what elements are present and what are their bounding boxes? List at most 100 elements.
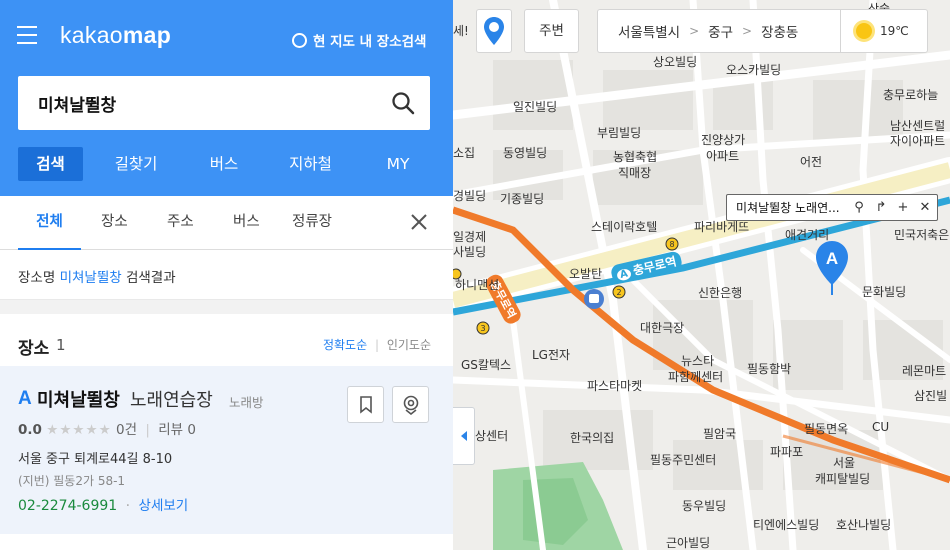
radio-icon[interactable]: [292, 32, 307, 48]
place-name[interactable]: 미쳐날뛸창: [37, 386, 120, 412]
places-header: 장소 1 정확도순 | 인기도순: [0, 314, 453, 366]
tab-my[interactable]: MY: [362, 147, 434, 181]
plus-icon[interactable]: +: [895, 200, 911, 215]
tab-search[interactable]: 검색: [18, 147, 83, 181]
map-label[interactable]: 필암국: [703, 425, 736, 442]
subtab-all[interactable]: 전체: [18, 210, 81, 250]
sort-options: 정확도순 | 인기도순: [322, 338, 431, 352]
map-label[interactable]: 상오빌딩: [653, 53, 697, 70]
map-view[interactable]: 8 2 3 A 충무로역 충무로역 상오빌딩 오스카빌딩 일진빌딩 충무로하늘 남…: [453, 0, 950, 550]
search-panel: kakaomap 현 지도 내 장소검색 검색 길찾기 버스 지하철 MY 전체…: [0, 0, 453, 550]
route-button[interactable]: [392, 386, 429, 423]
kakaomap-logo[interactable]: kakaomap: [60, 22, 171, 49]
scope-label: 현 지도 내 장소검색: [313, 34, 427, 50]
tooltip-name[interactable]: 미쳐날뛸창 노래연...: [736, 199, 845, 216]
map-label[interactable]: 진양상가: [701, 131, 745, 148]
sun-icon: [856, 23, 872, 39]
map-label[interactable]: 파함께센터: [668, 368, 723, 385]
map-label[interactable]: 경빌딩: [453, 187, 486, 204]
sort-accuracy[interactable]: 정확도순: [323, 338, 367, 352]
map-label[interactable]: 호산나빌딩: [836, 516, 891, 533]
subtab-address[interactable]: 주소: [167, 210, 194, 250]
place-item[interactable]: A 미쳐날뛸창 노래연습장 노래방 0.0 ★★★★★ 0건 | 리뷰 0 서울…: [0, 366, 453, 534]
tab-directions[interactable]: 길찾기: [83, 147, 189, 181]
review-link[interactable]: 리뷰 0: [158, 422, 196, 438]
map-label[interactable]: 자이아파트: [890, 132, 945, 149]
map-label[interactable]: 동우빌딩: [682, 497, 726, 514]
map-label[interactable]: 일진빌딩: [513, 98, 557, 115]
panel-header: kakaomap 현 지도 내 장소검색 검색 길찾기 버스 지하철 MY: [0, 0, 453, 196]
map-label[interactable]: 근아빌딩: [666, 534, 710, 550]
map-label[interactable]: 한국의집: [570, 429, 614, 446]
map-label[interactable]: 부림빌딩: [597, 124, 641, 141]
menu-icon[interactable]: [17, 26, 37, 44]
result-keyword: 미쳐날뛸창: [59, 270, 122, 286]
search-icon[interactable]: [390, 90, 416, 116]
map-label[interactable]: 기종빌딩: [500, 190, 544, 207]
map-label[interactable]: 파스타마켓: [587, 377, 642, 394]
review-count[interactable]: 0건: [116, 422, 137, 438]
map-label[interactable]: 티엔에스빌딩: [753, 516, 819, 533]
search-input[interactable]: [38, 89, 378, 117]
map-label[interactable]: 서울: [833, 454, 855, 471]
close-icon[interactable]: [409, 212, 429, 232]
route-pin-icon: [403, 395, 418, 415]
subtab-stop[interactable]: 정류장: [292, 210, 332, 250]
map-label[interactable]: 세!: [453, 22, 469, 39]
map-label[interactable]: 레몬마트: [902, 362, 946, 379]
pin-icon[interactable]: ⚲: [851, 200, 867, 215]
map-label[interactable]: 동영빌딩: [503, 144, 547, 161]
map-label[interactable]: 스테이락호텔: [591, 218, 657, 235]
map-label[interactable]: 삼진빌: [914, 387, 947, 404]
sort-popularity[interactable]: 인기도순: [387, 338, 431, 352]
map-label[interactable]: 민국저축은: [894, 226, 949, 243]
map-label[interactable]: CU: [872, 420, 889, 434]
map-label[interactable]: 사빌딩: [453, 243, 486, 260]
place-marker[interactable]: A: [815, 240, 849, 296]
map-label[interactable]: 오발탄: [569, 265, 602, 282]
map-label[interactable]: 필동면옥: [804, 420, 848, 437]
place-tooltip: 미쳐날뛸창 노래연... ⚲ ↱ + ✕: [726, 194, 938, 221]
map-label[interactable]: 충무로하늘: [883, 86, 938, 103]
map-label[interactable]: 하니맨션: [455, 276, 499, 293]
breadcrumb-dong[interactable]: 장충동: [761, 21, 798, 41]
map-label[interactable]: 농협축협: [613, 148, 657, 165]
map-label[interactable]: 문화빌딩: [862, 283, 906, 300]
scope-radio[interactable]: 현 지도 내 장소검색: [292, 30, 426, 50]
map-label[interactable]: 소집: [453, 144, 475, 161]
weather-widget[interactable]: 19℃: [840, 9, 928, 53]
nearby-button[interactable]: 주변: [524, 9, 579, 53]
collapse-panel-button[interactable]: [453, 407, 475, 465]
map-label[interactable]: 필동주민센터: [650, 451, 716, 468]
map-label[interactable]: 캐피탈빌딩: [815, 470, 870, 487]
map-label[interactable]: 대한극장: [640, 319, 684, 336]
current-location-button[interactable]: [476, 9, 512, 53]
map-label[interactable]: 직매장: [618, 164, 651, 181]
map-label[interactable]: 뉴스타: [681, 352, 714, 369]
tab-subway[interactable]: 지하철: [259, 147, 362, 181]
bookmark-button[interactable]: [347, 386, 384, 423]
breadcrumb-city[interactable]: 서울특별시: [618, 21, 680, 41]
map-label[interactable]: 신한은행: [698, 284, 742, 301]
map-label[interactable]: 필동함박: [747, 360, 791, 377]
chevron-right-icon: >: [689, 24, 700, 38]
map-label[interactable]: GS칼텍스: [461, 356, 511, 373]
subtab-bus[interactable]: 버스: [233, 210, 260, 250]
detail-link[interactable]: 상세보기: [139, 498, 189, 514]
map-label[interactable]: LG전자: [532, 346, 570, 363]
place-subname[interactable]: 노래연습장: [130, 386, 213, 412]
tab-bus[interactable]: 버스: [189, 147, 259, 181]
directions-icon[interactable]: ↱: [873, 200, 889, 215]
breadcrumb-district[interactable]: 중구: [708, 21, 733, 41]
map-label[interactable]: 상센터: [475, 427, 508, 444]
result-info: 장소명 미쳐날뛸창 검색결과: [0, 250, 453, 300]
map-label[interactable]: 어전: [800, 153, 822, 170]
map-label[interactable]: 아파트: [706, 147, 739, 164]
star-icons: ★★★★★: [46, 422, 112, 438]
svg-text:3: 3: [480, 324, 485, 333]
map-label[interactable]: 오스카빌딩: [726, 61, 781, 78]
place-phone[interactable]: 02-2274-6991: [18, 498, 117, 514]
map-label[interactable]: 파파포: [770, 443, 803, 460]
close-icon[interactable]: ✕: [917, 200, 933, 215]
subtab-place[interactable]: 장소: [101, 210, 128, 250]
